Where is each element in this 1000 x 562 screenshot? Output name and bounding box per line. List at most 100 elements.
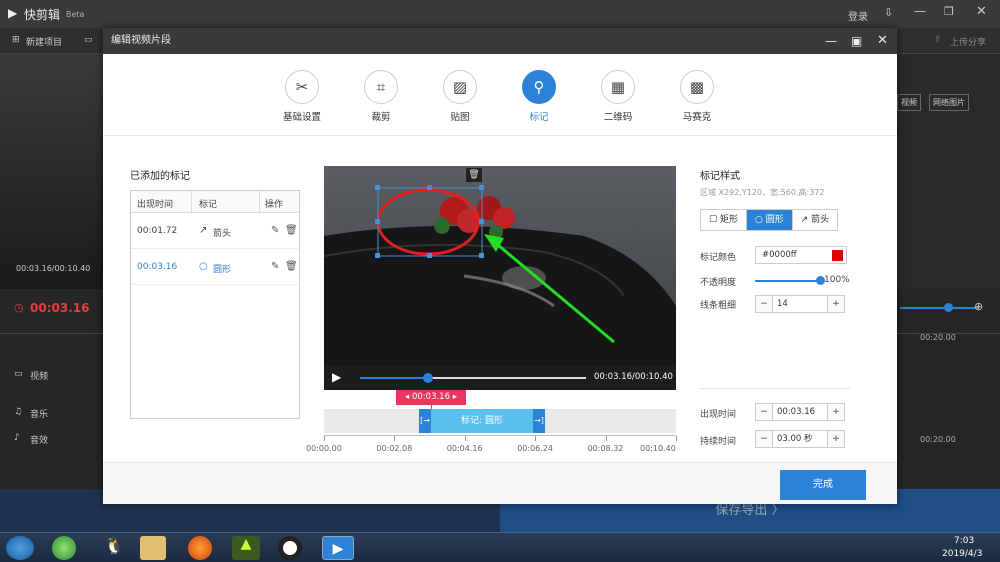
track-sfx-label: 音效 <box>30 436 49 446</box>
play-icon[interactable]: ▶ <box>332 370 341 384</box>
shape-rect-button[interactable]: ☐ 矩形 <box>701 210 747 230</box>
opacity-label: 不透明度 <box>700 278 737 288</box>
tab-crop[interactable]: ⌗ 裁剪 <box>351 70 411 123</box>
marks-table: 出现时间 标记 操作 00:01.72 ↗ 箭头 ✎ 🗑 00:03.16 ○ … <box>130 190 300 419</box>
dialog-close-icon[interactable]: ✕ <box>877 28 888 54</box>
zoom-slider[interactable] <box>900 307 978 309</box>
tab-mark[interactable]: ⚲ 标记 <box>509 70 569 123</box>
app-icon[interactable]: ▲ <box>232 536 260 560</box>
mark-clip[interactable]: [→ 标记: 圆形 →] <box>419 409 545 433</box>
login-button[interactable]: 登录 <box>848 8 868 23</box>
mark-type: 圆形 <box>213 265 232 275</box>
qq-icon[interactable]: 🐧 <box>100 536 128 560</box>
new-project-button[interactable]: 新建项目 <box>26 35 62 48</box>
table-row[interactable]: 00:03.16 ○ 圆形 ✎ 🗑 <box>131 249 299 285</box>
web-image-button[interactable]: 网络图片 <box>929 94 969 111</box>
record-icon[interactable] <box>278 536 302 560</box>
ruler-label-2: 00:20.00 <box>920 435 956 444</box>
maximize-icon[interactable]: ❐ <box>944 5 954 18</box>
zoom-in-icon[interactable]: ⊕ <box>974 300 983 313</box>
opacity-slider[interactable] <box>755 280 821 282</box>
app-preview-time: 00:03.16/00:10.40 <box>16 264 91 273</box>
appear-stepper: − 00:03.16 + <box>755 403 845 421</box>
square-icon: ☐ <box>709 215 720 225</box>
start-button-icon[interactable] <box>6 536 34 560</box>
tab-qrcode[interactable]: ▦ 二维码 <box>588 70 648 123</box>
plus-icon[interactable]: + <box>828 296 844 312</box>
edit-icon[interactable]: ✎ <box>271 225 279 236</box>
ruler-tick <box>324 436 325 441</box>
seek-bar[interactable] <box>360 373 586 383</box>
player-time: 00:03.16/00:10.40 <box>594 372 673 382</box>
player-controls: ▶ 00:03.16/00:10.40 <box>324 366 676 390</box>
tab-label: 二维码 <box>603 112 633 123</box>
firefox-icon[interactable] <box>188 536 212 560</box>
track-video-icon: ▭ <box>14 369 23 379</box>
seek-fill <box>360 377 428 379</box>
app-logo-icon: ▶ <box>8 6 18 20</box>
duration-value[interactable]: 03.00 秒 <box>772 431 828 447</box>
done-button[interactable]: 完成 <box>780 470 866 500</box>
video-frame <box>324 166 676 390</box>
ruler-tick-label: 00:00.00 <box>306 444 342 453</box>
plus-icon[interactable]: + <box>828 404 844 420</box>
app-beta: Beta <box>66 10 85 19</box>
close-icon[interactable]: ✕ <box>976 4 987 19</box>
arrow-icon: ↗ <box>199 225 208 236</box>
appear-value[interactable]: 00:03.16 <box>772 404 828 420</box>
minus-icon[interactable]: − <box>756 431 772 447</box>
playhead-right-icon: ▸ <box>450 392 457 402</box>
tab-label: 马赛克 <box>682 112 712 123</box>
mosaic-icon: ▩ <box>680 70 714 104</box>
table-row[interactable]: 00:01.72 ↗ 箭头 ✎ 🗑 <box>131 213 299 249</box>
dialog-tabs: ✂ 基础设置 ⌗ 裁剪 ▨ 贴图 ⚲ 标记 ▦ 二维码 ▩ 马赛克 <box>103 54 897 136</box>
plus-icon[interactable]: + <box>828 431 844 447</box>
clip-label: 标记: 圆形 <box>461 416 503 426</box>
playhead-time: ◂ 00:03.16 ▸ <box>396 390 466 405</box>
tab-sticker[interactable]: ▨ 贴图 <box>430 70 490 123</box>
new-project-icon: ⊞ <box>12 35 20 45</box>
dialog-maximize-icon[interactable]: ▣ <box>851 28 862 54</box>
playhead-time-label: 00:03.16 <box>411 392 450 402</box>
minimize-icon[interactable]: — <box>914 4 926 18</box>
360-browser-icon[interactable] <box>52 536 76 560</box>
upload-share-button[interactable]: 上传分享 <box>950 35 986 48</box>
color-label: 标记颜色 <box>700 253 737 263</box>
ruler-label: 00:20.00 <box>920 333 956 342</box>
color-value: #0000ff <box>762 250 797 260</box>
shape-label: 矩形 <box>719 215 738 225</box>
trash-icon[interactable]: 🗑 <box>285 261 298 272</box>
tab-mosaic[interactable]: ▩ 马赛克 <box>667 70 727 123</box>
tab-basic[interactable]: ✂ 基础设置 <box>272 70 332 123</box>
clip-left-handle-icon[interactable]: [→ <box>419 409 431 433</box>
dialog-minimize-icon[interactable]: — <box>825 28 837 54</box>
shape-arrow-button[interactable]: ↗ 箭头 <box>792 210 838 230</box>
minus-icon[interactable]: − <box>756 296 772 312</box>
edit-icon[interactable]: ✎ <box>271 261 279 272</box>
seek-thumb[interactable] <box>422 373 433 383</box>
video-preview[interactable]: 🗑 ▶ 00:03.16/00:10.40 <box>324 166 676 390</box>
ruler-tick-label: 00:02.08 <box>376 444 413 453</box>
folder-icon[interactable]: ▭ <box>84 35 93 45</box>
current-time: 00:03.16 <box>30 301 90 315</box>
file-explorer-icon[interactable] <box>140 536 166 560</box>
trash-icon[interactable]: 🗑 <box>285 225 298 236</box>
clock-time: 7:03 <box>954 536 975 546</box>
tab-label: 标记 <box>529 112 549 123</box>
edit-clip-dialog: 编辑视频片段 — ▣ ✕ ✂ 基础设置 ⌗ 裁剪 ▨ 贴图 ⚲ 标记 ▦ 二维码… <box>103 28 897 504</box>
shape-circle-button[interactable]: ○ 圆形 <box>746 210 793 230</box>
color-swatch[interactable] <box>832 250 843 261</box>
clip-right-handle-icon[interactable]: →] <box>533 409 545 433</box>
line-width-stepper: − 14 + <box>755 295 845 313</box>
kuaijianji-icon[interactable]: ▶ <box>322 536 354 560</box>
delete-mark-icon[interactable]: 🗑 <box>466 168 482 182</box>
menu-icon[interactable]: ⇩ <box>884 6 893 19</box>
color-input[interactable]: #0000ff <box>755 246 847 264</box>
track-sfx-icon: ♪ <box>14 433 20 443</box>
clock-date: 2019/4/3 <box>942 549 983 559</box>
zoom-slider-thumb[interactable] <box>944 303 953 312</box>
video-button[interactable]: 视频 <box>897 94 921 111</box>
minus-icon[interactable]: − <box>756 404 772 420</box>
area-text: 区域 X292,Y120，宽:560,高:372 <box>700 188 825 197</box>
line-width-value[interactable]: 14 <box>772 296 828 312</box>
